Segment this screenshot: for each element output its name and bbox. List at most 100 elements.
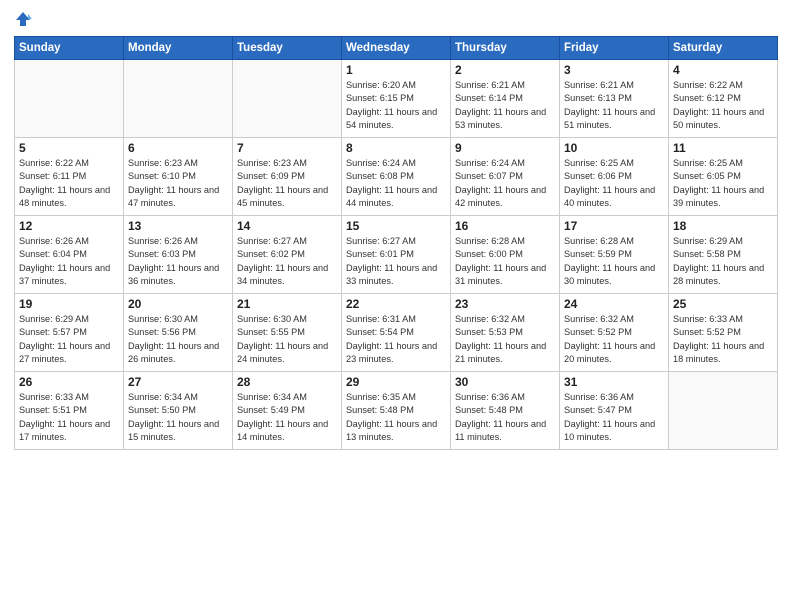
logo xyxy=(14,10,34,28)
day-info: Sunrise: 6:29 AM Sunset: 5:58 PM Dayligh… xyxy=(673,235,773,288)
day-number: 10 xyxy=(564,141,664,155)
calendar-cell: 11 Sunrise: 6:25 AM Sunset: 6:05 PM Dayli… xyxy=(669,138,778,216)
day-info: Sunrise: 6:29 AM Sunset: 5:57 PM Dayligh… xyxy=(19,313,119,366)
day-number: 29 xyxy=(346,375,446,389)
calendar-cell: 22 Sunrise: 6:31 AM Sunset: 5:54 PM Dayli… xyxy=(342,294,451,372)
day-number: 17 xyxy=(564,219,664,233)
calendar-week-3: 12 Sunrise: 6:26 AM Sunset: 6:04 PM Dayli… xyxy=(15,216,778,294)
page: SundayMondayTuesdayWednesdayThursdayFrid… xyxy=(0,0,792,612)
calendar-cell xyxy=(124,60,233,138)
day-number: 12 xyxy=(19,219,119,233)
day-info: Sunrise: 6:21 AM Sunset: 6:14 PM Dayligh… xyxy=(455,79,555,132)
calendar-cell: 13Sunrise: 6:26 AM Sunset: 6:03 PM Dayli… xyxy=(124,216,233,294)
calendar-header-saturday: Saturday xyxy=(669,37,778,60)
calendar-header-thursday: Thursday xyxy=(451,37,560,60)
calendar-cell: 5 Sunrise: 6:22 AM Sunset: 6:11 PM Daylig… xyxy=(15,138,124,216)
day-info: Sunrise: 6:30 AM Sunset: 5:55 PM Dayligh… xyxy=(237,313,337,366)
day-number: 22 xyxy=(346,297,446,311)
calendar-header-row: SundayMondayTuesdayWednesdayThursdayFrid… xyxy=(15,37,778,60)
day-number: 7 xyxy=(237,141,337,155)
day-number: 15 xyxy=(346,219,446,233)
day-info: Sunrise: 6:27 AM Sunset: 6:02 PM Dayligh… xyxy=(237,235,337,288)
calendar-header-monday: Monday xyxy=(124,37,233,60)
day-number: 4 xyxy=(673,63,773,77)
day-info: Sunrise: 6:32 AM Sunset: 5:53 PM Dayligh… xyxy=(455,313,555,366)
day-info: Sunrise: 6:36 AM Sunset: 5:48 PM Dayligh… xyxy=(455,391,555,444)
day-info: Sunrise: 6:28 AM Sunset: 5:59 PM Dayligh… xyxy=(564,235,664,288)
calendar-cell: 24 Sunrise: 6:32 AM Sunset: 5:52 PM Dayli… xyxy=(560,294,669,372)
calendar-cell: 7Sunrise: 6:23 AM Sunset: 6:09 PM Daylig… xyxy=(233,138,342,216)
day-info: Sunrise: 6:20 AM Sunset: 6:15 PM Dayligh… xyxy=(346,79,446,132)
day-info: Sunrise: 6:22 AM Sunset: 6:12 PM Dayligh… xyxy=(673,79,773,132)
header xyxy=(14,10,778,28)
day-info: Sunrise: 6:30 AM Sunset: 5:56 PM Dayligh… xyxy=(128,313,228,366)
day-info: Sunrise: 6:31 AM Sunset: 5:54 PM Dayligh… xyxy=(346,313,446,366)
calendar-header-wednesday: Wednesday xyxy=(342,37,451,60)
day-number: 1 xyxy=(346,63,446,77)
calendar-cell: 4 Sunrise: 6:22 AM Sunset: 6:12 PM Daylig… xyxy=(669,60,778,138)
day-number: 6 xyxy=(128,141,228,155)
day-number: 9 xyxy=(455,141,555,155)
day-number: 24 xyxy=(564,297,664,311)
day-info: Sunrise: 6:24 AM Sunset: 6:07 PM Dayligh… xyxy=(455,157,555,210)
calendar-cell: 1 Sunrise: 6:20 AM Sunset: 6:15 PM Daylig… xyxy=(342,60,451,138)
day-info: Sunrise: 6:21 AM Sunset: 6:13 PM Dayligh… xyxy=(564,79,664,132)
day-info: Sunrise: 6:33 AM Sunset: 5:51 PM Dayligh… xyxy=(19,391,119,444)
calendar-cell: 16 Sunrise: 6:28 AM Sunset: 6:00 PM Dayli… xyxy=(451,216,560,294)
day-number: 20 xyxy=(128,297,228,311)
day-number: 2 xyxy=(455,63,555,77)
day-number: 28 xyxy=(237,375,337,389)
day-info: Sunrise: 6:34 AM Sunset: 5:49 PM Dayligh… xyxy=(237,391,337,444)
calendar-cell: 29 Sunrise: 6:35 AM Sunset: 5:48 PM Dayli… xyxy=(342,372,451,450)
day-info: Sunrise: 6:36 AM Sunset: 5:47 PM Dayligh… xyxy=(564,391,664,444)
calendar-cell: 12 Sunrise: 6:26 AM Sunset: 6:04 PM Dayli… xyxy=(15,216,124,294)
day-info: Sunrise: 6:27 AM Sunset: 6:01 PM Dayligh… xyxy=(346,235,446,288)
day-number: 21 xyxy=(237,297,337,311)
calendar-cell: 3Sunrise: 6:21 AM Sunset: 6:13 PM Daylig… xyxy=(560,60,669,138)
day-info: Sunrise: 6:35 AM Sunset: 5:48 PM Dayligh… xyxy=(346,391,446,444)
day-number: 5 xyxy=(19,141,119,155)
day-number: 30 xyxy=(455,375,555,389)
day-number: 18 xyxy=(673,219,773,233)
calendar-header-sunday: Sunday xyxy=(15,37,124,60)
day-number: 13 xyxy=(128,219,228,233)
day-info: Sunrise: 6:22 AM Sunset: 6:11 PM Dayligh… xyxy=(19,157,119,210)
calendar-week-1: 1 Sunrise: 6:20 AM Sunset: 6:15 PM Daylig… xyxy=(15,60,778,138)
day-info: Sunrise: 6:25 AM Sunset: 6:06 PM Dayligh… xyxy=(564,157,664,210)
day-number: 19 xyxy=(19,297,119,311)
calendar-cell: 25Sunrise: 6:33 AM Sunset: 5:52 PM Dayli… xyxy=(669,294,778,372)
day-info: Sunrise: 6:23 AM Sunset: 6:10 PM Dayligh… xyxy=(128,157,228,210)
day-info: Sunrise: 6:33 AM Sunset: 5:52 PM Dayligh… xyxy=(673,313,773,366)
calendar-header-tuesday: Tuesday xyxy=(233,37,342,60)
day-info: Sunrise: 6:28 AM Sunset: 6:00 PM Dayligh… xyxy=(455,235,555,288)
logo-icon xyxy=(14,10,32,28)
day-number: 16 xyxy=(455,219,555,233)
day-number: 11 xyxy=(673,141,773,155)
calendar-cell: 14Sunrise: 6:27 AM Sunset: 6:02 PM Dayli… xyxy=(233,216,342,294)
calendar-cell: 2 Sunrise: 6:21 AM Sunset: 6:14 PM Daylig… xyxy=(451,60,560,138)
calendar-cell xyxy=(233,60,342,138)
calendar-cell: 10 Sunrise: 6:25 AM Sunset: 6:06 PM Dayli… xyxy=(560,138,669,216)
calendar-cell: 23 Sunrise: 6:32 AM Sunset: 5:53 PM Dayli… xyxy=(451,294,560,372)
calendar-cell: 19 Sunrise: 6:29 AM Sunset: 5:57 PM Dayli… xyxy=(15,294,124,372)
day-number: 26 xyxy=(19,375,119,389)
calendar-cell: 21 Sunrise: 6:30 AM Sunset: 5:55 PM Dayli… xyxy=(233,294,342,372)
calendar-header-friday: Friday xyxy=(560,37,669,60)
calendar-cell: 17 Sunrise: 6:28 AM Sunset: 5:59 PM Dayli… xyxy=(560,216,669,294)
calendar-cell: 28 Sunrise: 6:34 AM Sunset: 5:49 PM Dayli… xyxy=(233,372,342,450)
calendar-week-4: 19 Sunrise: 6:29 AM Sunset: 5:57 PM Dayli… xyxy=(15,294,778,372)
day-number: 27 xyxy=(128,375,228,389)
day-info: Sunrise: 6:26 AM Sunset: 6:04 PM Dayligh… xyxy=(19,235,119,288)
day-number: 31 xyxy=(564,375,664,389)
calendar-cell xyxy=(669,372,778,450)
day-number: 23 xyxy=(455,297,555,311)
calendar-cell: 15 Sunrise: 6:27 AM Sunset: 6:01 PM Dayli… xyxy=(342,216,451,294)
day-info: Sunrise: 6:32 AM Sunset: 5:52 PM Dayligh… xyxy=(564,313,664,366)
calendar-table: SundayMondayTuesdayWednesdayThursdayFrid… xyxy=(14,36,778,450)
calendar-week-5: 26 Sunrise: 6:33 AM Sunset: 5:51 PM Dayli… xyxy=(15,372,778,450)
calendar-cell xyxy=(15,60,124,138)
day-number: 8 xyxy=(346,141,446,155)
calendar-cell: 30 Sunrise: 6:36 AM Sunset: 5:48 PM Dayli… xyxy=(451,372,560,450)
day-info: Sunrise: 6:24 AM Sunset: 6:08 PM Dayligh… xyxy=(346,157,446,210)
day-info: Sunrise: 6:25 AM Sunset: 6:05 PM Dayligh… xyxy=(673,157,773,210)
